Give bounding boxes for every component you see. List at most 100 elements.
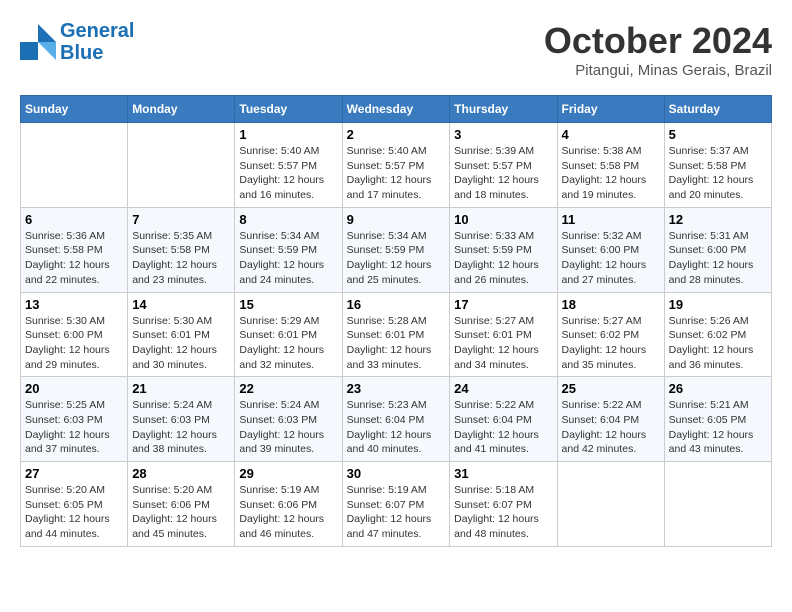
- header-friday: Friday: [557, 96, 664, 123]
- day-info: Sunrise: 5:38 AMSunset: 5:58 PMDaylight:…: [562, 144, 660, 203]
- week-row-3: 13 Sunrise: 5:30 AMSunset: 6:00 PMDayligh…: [21, 292, 772, 377]
- day-number: 20: [25, 381, 123, 396]
- day-info: Sunrise: 5:21 AMSunset: 6:05 PMDaylight:…: [669, 398, 767, 457]
- day-info: Sunrise: 5:32 AMSunset: 6:00 PMDaylight:…: [562, 229, 660, 288]
- calendar-cell: 12 Sunrise: 5:31 AMSunset: 6:00 PMDayligh…: [664, 207, 771, 292]
- day-number: 29: [239, 466, 337, 481]
- day-number: 9: [347, 212, 446, 227]
- logo-icon: [20, 24, 56, 60]
- day-number: 27: [25, 466, 123, 481]
- day-number: 25: [562, 381, 660, 396]
- day-number: 10: [454, 212, 552, 227]
- calendar-cell: 17 Sunrise: 5:27 AMSunset: 6:01 PMDayligh…: [450, 292, 557, 377]
- day-number: 13: [25, 297, 123, 312]
- calendar-cell: 26 Sunrise: 5:21 AMSunset: 6:05 PMDayligh…: [664, 377, 771, 462]
- calendar-cell: 24 Sunrise: 5:22 AMSunset: 6:04 PMDayligh…: [450, 377, 557, 462]
- calendar-cell: 13 Sunrise: 5:30 AMSunset: 6:00 PMDayligh…: [21, 292, 128, 377]
- day-info: Sunrise: 5:33 AMSunset: 5:59 PMDaylight:…: [454, 229, 552, 288]
- day-info: Sunrise: 5:27 AMSunset: 6:01 PMDaylight:…: [454, 314, 552, 373]
- day-number: 28: [132, 466, 230, 481]
- day-info: Sunrise: 5:22 AMSunset: 6:04 PMDaylight:…: [562, 398, 660, 457]
- header-sunday: Sunday: [21, 96, 128, 123]
- calendar-cell: 1Sunrise: 5:40 AMSunset: 5:57 PMDaylight…: [235, 123, 342, 208]
- calendar-cell: 29Sunrise: 5:19 AMSunset: 6:06 PMDayligh…: [235, 462, 342, 547]
- calendar-cell: [21, 123, 128, 208]
- title-block: October 2024 Pitangui, Minas Gerais, Bra…: [544, 20, 772, 79]
- calendar-cell: 25 Sunrise: 5:22 AMSunset: 6:04 PMDayligh…: [557, 377, 664, 462]
- day-info: Sunrise: 5:24 AMSunset: 6:03 PMDaylight:…: [132, 398, 230, 457]
- day-number: 17: [454, 297, 552, 312]
- calendar-cell: 10 Sunrise: 5:33 AMSunset: 5:59 PMDayligh…: [450, 207, 557, 292]
- calendar-cell: 7 Sunrise: 5:35 AMSunset: 5:58 PMDaylight…: [128, 207, 235, 292]
- day-number: 16: [347, 297, 446, 312]
- day-number: 12: [669, 212, 767, 227]
- logo-line1: General: [60, 20, 134, 42]
- calendar-cell: 3Sunrise: 5:39 AMSunset: 5:57 PMDaylight…: [450, 123, 557, 208]
- calendar-table: SundayMondayTuesdayWednesdayThursdayFrid…: [20, 95, 772, 547]
- day-info: Sunrise: 5:27 AMSunset: 6:02 PMDaylight:…: [562, 314, 660, 373]
- location: Pitangui, Minas Gerais, Brazil: [544, 62, 772, 79]
- calendar-cell: [664, 462, 771, 547]
- day-number: 7: [132, 212, 230, 227]
- week-row-5: 27 Sunrise: 5:20 AMSunset: 6:05 PMDayligh…: [21, 462, 772, 547]
- calendar-cell: 20Sunrise: 5:25 AMSunset: 6:03 PMDayligh…: [21, 377, 128, 462]
- calendar-cell: [128, 123, 235, 208]
- day-number: 26: [669, 381, 767, 396]
- day-info: Sunrise: 5:20 AMSunset: 6:05 PMDaylight:…: [25, 483, 123, 542]
- calendar-cell: 2 Sunrise: 5:40 AMSunset: 5:57 PMDaylight…: [342, 123, 450, 208]
- calendar-cell: 28 Sunrise: 5:20 AMSunset: 6:06 PMDayligh…: [128, 462, 235, 547]
- day-number: 2: [347, 127, 446, 142]
- week-row-4: 20Sunrise: 5:25 AMSunset: 6:03 PMDayligh…: [21, 377, 772, 462]
- day-number: 30: [347, 466, 446, 481]
- calendar-cell: 6Sunrise: 5:36 AMSunset: 5:58 PMDaylight…: [21, 207, 128, 292]
- calendar-cell: 15Sunrise: 5:29 AMSunset: 6:01 PMDayligh…: [235, 292, 342, 377]
- day-info: Sunrise: 5:31 AMSunset: 6:00 PMDaylight:…: [669, 229, 767, 288]
- calendar-cell: 4Sunrise: 5:38 AMSunset: 5:58 PMDaylight…: [557, 123, 664, 208]
- header-saturday: Saturday: [664, 96, 771, 123]
- day-info: Sunrise: 5:22 AMSunset: 6:04 PMDaylight:…: [454, 398, 552, 457]
- day-number: 14: [132, 297, 230, 312]
- day-number: 19: [669, 297, 767, 312]
- day-number: 15: [239, 297, 337, 312]
- header-tuesday: Tuesday: [235, 96, 342, 123]
- calendar-cell: 27 Sunrise: 5:20 AMSunset: 6:05 PMDayligh…: [21, 462, 128, 547]
- day-info: Sunrise: 5:34 AMSunset: 5:59 PMDaylight:…: [347, 229, 446, 288]
- calendar-cell: 5Sunrise: 5:37 AMSunset: 5:58 PMDaylight…: [664, 123, 771, 208]
- page-header: General Blue October 2024 Pitangui, Mina…: [20, 20, 772, 79]
- week-row-2: 6Sunrise: 5:36 AMSunset: 5:58 PMDaylight…: [21, 207, 772, 292]
- logo: General Blue: [20, 20, 134, 64]
- calendar-cell: 19 Sunrise: 5:26 AMSunset: 6:02 PMDayligh…: [664, 292, 771, 377]
- day-info: Sunrise: 5:35 AMSunset: 5:58 PMDaylight:…: [132, 229, 230, 288]
- calendar-cell: 21Sunrise: 5:24 AMSunset: 6:03 PMDayligh…: [128, 377, 235, 462]
- day-number: 23: [347, 381, 446, 396]
- day-number: 6: [25, 212, 123, 227]
- calendar-cell: 16 Sunrise: 5:28 AMSunset: 6:01 PMDayligh…: [342, 292, 450, 377]
- calendar-cell: 22Sunrise: 5:24 AMSunset: 6:03 PMDayligh…: [235, 377, 342, 462]
- calendar-cell: 8Sunrise: 5:34 AMSunset: 5:59 PMDaylight…: [235, 207, 342, 292]
- calendar-cell: 31 Sunrise: 5:18 AMSunset: 6:07 PMDayligh…: [450, 462, 557, 547]
- day-number: 8: [239, 212, 337, 227]
- week-row-1: 1 Sunrise: 5:40 AMSunset: 5:57 PMDaylight…: [21, 123, 772, 208]
- month-title: October 2024: [544, 20, 772, 62]
- day-number: 22: [239, 381, 337, 396]
- day-info: Sunrise: 5:30 AMSunset: 6:00 PMDaylight:…: [25, 314, 123, 373]
- day-info: Sunrise: 5:28 AMSunset: 6:01 PMDaylight:…: [347, 314, 446, 373]
- day-info: Sunrise: 5:30 AMSunset: 6:01 PMDaylight:…: [132, 314, 230, 373]
- calendar-header-row: SundayMondayTuesdayWednesdayThursdayFrid…: [21, 96, 772, 123]
- calendar-cell: 11 Sunrise: 5:32 AMSunset: 6:00 PMDayligh…: [557, 207, 664, 292]
- header-thursday: Thursday: [450, 96, 557, 123]
- calendar-cell: 14 Sunrise: 5:30 AMSunset: 6:01 PMDayligh…: [128, 292, 235, 377]
- header-monday: Monday: [128, 96, 235, 123]
- day-number: 31: [454, 466, 552, 481]
- day-info: Sunrise: 5:23 AMSunset: 6:04 PMDaylight:…: [347, 398, 446, 457]
- day-number: 1: [239, 127, 337, 142]
- day-info: Sunrise: 5:26 AMSunset: 6:02 PMDaylight:…: [669, 314, 767, 373]
- calendar-cell: 9 Sunrise: 5:34 AMSunset: 5:59 PMDaylight…: [342, 207, 450, 292]
- day-info: Sunrise: 5:20 AMSunset: 6:06 PMDaylight:…: [132, 483, 230, 542]
- day-number: 24: [454, 381, 552, 396]
- day-number: 11: [562, 212, 660, 227]
- day-number: 18: [562, 297, 660, 312]
- day-info: Sunrise: 5:18 AMSunset: 6:07 PMDaylight:…: [454, 483, 552, 542]
- calendar-cell: [557, 462, 664, 547]
- day-info: Sunrise: 5:40 AMSunset: 5:57 PMDaylight:…: [347, 144, 446, 203]
